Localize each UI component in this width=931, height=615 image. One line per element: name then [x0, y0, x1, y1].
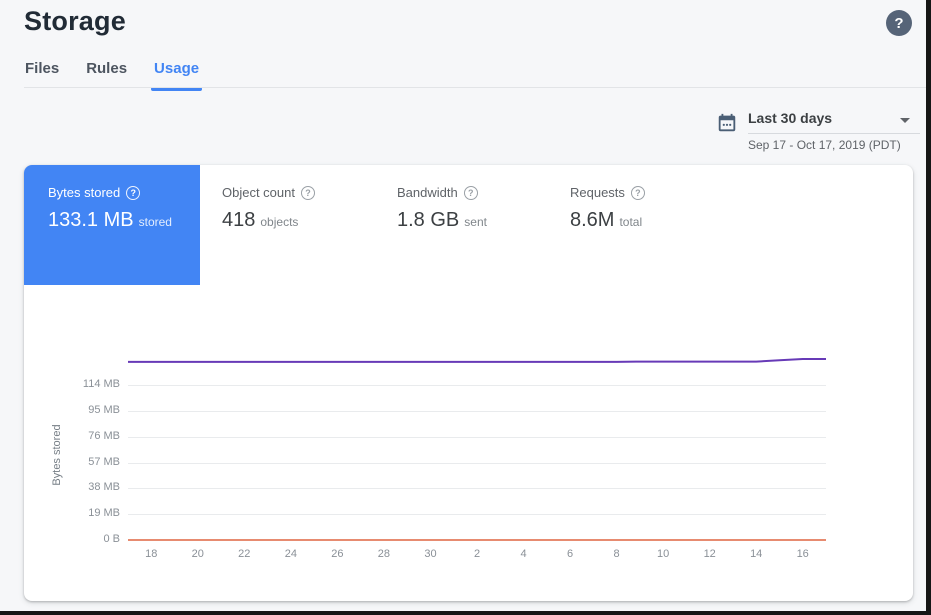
- y-tick-label: 76 MB: [44, 430, 120, 442]
- x-tick-label: 18: [135, 548, 167, 560]
- y-gridline: [128, 385, 826, 386]
- x-tick-label: 4: [508, 548, 540, 560]
- metric-bandwidth[interactable]: Bandwidth ? 1.8 GB sent: [397, 165, 487, 285]
- x-tick-label: 6: [554, 548, 586, 560]
- help-circle-icon[interactable]: ?: [126, 186, 140, 200]
- date-range-label: Last 30 days: [748, 110, 832, 126]
- screen-edge-bottom: [0, 611, 931, 615]
- x-tick-label: 16: [787, 548, 819, 560]
- help-circle-icon[interactable]: ?: [631, 186, 645, 200]
- y-tick-label: 19 MB: [44, 507, 120, 519]
- y-tick-label: 114 MB: [44, 378, 120, 390]
- metric-label: Bandwidth: [397, 185, 458, 200]
- y-gridline: [128, 514, 826, 515]
- metric-label-row: Bytes stored ?: [48, 185, 200, 200]
- y-gridline: [128, 488, 826, 489]
- x-tick-label: 30: [415, 548, 447, 560]
- x-tick-label: 20: [182, 548, 214, 560]
- series-line-bytes-stored: [128, 359, 826, 362]
- y-gridline: [128, 540, 826, 541]
- metric-label-row: Bandwidth ?: [397, 185, 487, 200]
- metric-label-row: Object count ?: [222, 185, 315, 200]
- metric-value: 1.8 GB: [397, 209, 459, 231]
- x-tick-label: 22: [228, 548, 260, 560]
- tab-usage[interactable]: Usage: [153, 58, 200, 88]
- x-tick-label: 2: [461, 548, 493, 560]
- x-tick-label: 8: [601, 548, 633, 560]
- metric-unit: stored: [139, 215, 172, 229]
- metric-unit: sent: [464, 215, 487, 229]
- metric-value: 133.1 MB: [48, 209, 134, 231]
- y-gridline: [128, 437, 826, 438]
- screen-edge-right: [926, 0, 931, 615]
- date-range-picker[interactable]: Last 30 days Sep 17 - Oct 17, 2019 (PDT): [714, 108, 922, 152]
- metric-value-row: 8.6M total: [570, 209, 645, 232]
- chevron-down-icon: [900, 118, 910, 123]
- metric-requests[interactable]: Requests ? 8.6M total: [570, 165, 645, 285]
- tab-rules[interactable]: Rules: [85, 58, 128, 88]
- x-tick-label: 14: [740, 548, 772, 560]
- y-tick-label: 57 MB: [44, 456, 120, 468]
- metric-unit: total: [619, 215, 642, 229]
- calendar-icon: [716, 112, 738, 134]
- tab-bar: Files Rules Usage: [24, 58, 225, 88]
- metric-label: Requests: [570, 185, 625, 200]
- metric-value-row: 418 objects: [222, 209, 315, 232]
- metric-label-row: Requests ?: [570, 185, 645, 200]
- y-gridline: [128, 411, 826, 412]
- x-tick-label: 28: [368, 548, 400, 560]
- y-gridline: [128, 463, 826, 464]
- x-tick-label: 10: [647, 548, 679, 560]
- metric-value: 8.6M: [570, 209, 614, 231]
- metric-label: Bytes stored: [48, 185, 120, 200]
- date-range-detail: Sep 17 - Oct 17, 2019 (PDT): [748, 138, 901, 152]
- date-range-underline: [748, 133, 920, 134]
- metric-value: 418: [222, 209, 255, 231]
- metric-value-row: 1.8 GB sent: [397, 209, 487, 232]
- y-tick-label: 38 MB: [44, 481, 120, 493]
- metric-unit: objects: [260, 215, 298, 229]
- usage-card: Bytes stored ? 133.1 MB stored Object cou…: [24, 165, 913, 601]
- help-circle-icon[interactable]: ?: [464, 186, 478, 200]
- help-circle-icon[interactable]: ?: [301, 186, 315, 200]
- metric-bytes-stored[interactable]: Bytes stored ? 133.1 MB stored: [24, 165, 200, 285]
- y-tick-label: 0 B: [44, 533, 120, 545]
- metric-value-row: 133.1 MB stored: [48, 209, 200, 232]
- metric-label: Object count: [222, 185, 295, 200]
- metric-object-count[interactable]: Object count ? 418 objects: [222, 165, 315, 285]
- tab-files[interactable]: Files: [24, 58, 60, 88]
- y-tick-label: 95 MB: [44, 404, 120, 416]
- x-tick-label: 26: [321, 548, 353, 560]
- x-tick-label: 12: [694, 548, 726, 560]
- tabbar-divider: [24, 87, 926, 88]
- x-tick-label: 24: [275, 548, 307, 560]
- page-title: Storage: [24, 6, 126, 37]
- help-icon[interactable]: ?: [886, 10, 912, 36]
